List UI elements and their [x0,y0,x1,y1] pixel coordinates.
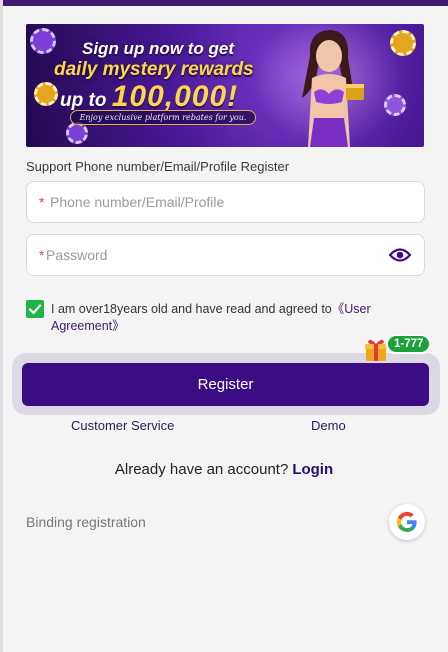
binding-registration-label: Binding registration [26,514,146,530]
password-input[interactable] [46,235,386,275]
casino-chip-icon [390,30,416,56]
agreement-statement: I am over18years old and have read and a… [51,302,332,316]
banner-headline-line3: up to 100,000! [60,80,238,114]
customer-service-link[interactable]: Customer Service [71,418,174,433]
agreement-checkbox[interactable] [26,300,44,318]
promo-banner[interactable]: Sign up now to get daily mystery rewards… [26,24,424,147]
google-icon [396,511,417,532]
required-mark: * [39,247,45,263]
casino-chip-icon [34,82,58,106]
banner-tagline: Enjoy exclusive platform rebates for you… [70,110,256,125]
gift-icon [365,339,387,361]
left-divider [0,0,3,652]
login-prompt: Already have an account? Login [0,461,448,478]
phone-email-field[interactable]: * [26,181,425,223]
banner-amount-prefix: up to [60,90,112,111]
register-support-label: Support Phone number/Email/Profile Regis… [26,159,290,174]
casino-chip-icon [384,94,406,116]
eye-icon[interactable] [389,247,411,263]
demo-link[interactable]: Demo [311,418,346,433]
register-button[interactable]: Register [22,363,429,406]
casino-chip-icon [66,122,88,144]
banner-headline-line2: daily mystery rewards [54,59,254,80]
phone-email-input[interactable] [50,182,410,222]
password-field[interactable]: * [26,234,425,276]
banner-character-illustration [302,30,364,147]
banner-headline-line1: Sign up now to get [82,39,235,58]
check-icon [28,304,42,315]
required-mark: * [39,194,45,210]
login-prompt-text: Already have an account? [114,461,289,478]
banner-amount: 100,000! [111,80,239,113]
login-link[interactable]: Login [292,461,333,478]
promo-badge: 1-777 [386,334,432,354]
agreement-text: I am over18years old and have read and a… [51,301,411,335]
google-login-button[interactable] [389,504,425,540]
casino-chip-icon [30,28,56,54]
top-bar [0,0,448,6]
